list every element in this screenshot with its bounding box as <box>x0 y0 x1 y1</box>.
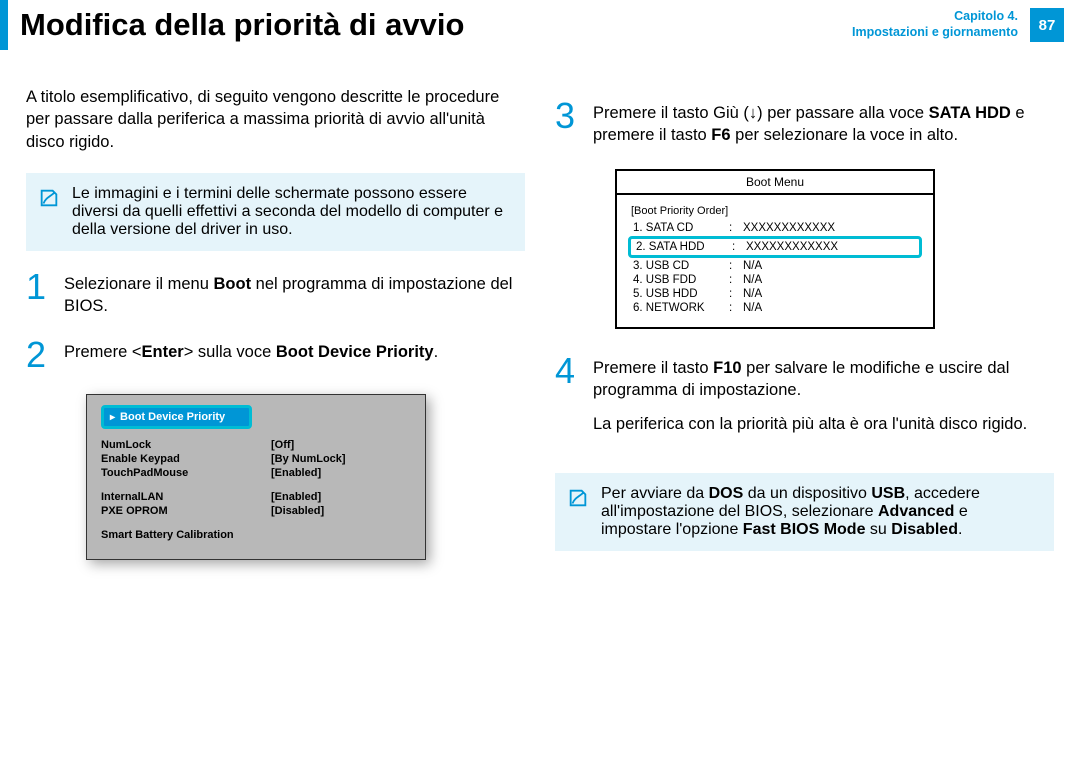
page-title: Modifica della priorità di avvio <box>8 0 852 50</box>
note-box-2: Per avviare da DOS da un dispositivo USB… <box>555 473 1054 551</box>
bios1-row: Smart Battery Calibration <box>101 529 411 541</box>
step-number-1: 1 <box>26 271 52 318</box>
step-2: 2 Premere <Enter> sulla voce Boot Device… <box>26 339 525 371</box>
note-text-1: Le immagini e i termini delle schermate … <box>72 185 503 238</box>
bios1-row: InternalLAN[Enabled] <box>101 491 411 503</box>
bios1-row: NumLock[Off] <box>101 439 411 451</box>
step-1: 1 Selezionare il menu Boot nel programma… <box>26 271 525 318</box>
note-box-1: Le immagini e i termini delle schermate … <box>26 173 525 251</box>
bios2-row: 5. USB HDD:N/A <box>631 287 919 301</box>
step-4-extra: La periferica con la priorità più alta è… <box>593 413 1054 435</box>
step-body-1: Selezionare il menu Boot nel programma d… <box>64 271 525 318</box>
step-3: 3 Premere il tasto Giù (↓) per passare a… <box>555 100 1054 147</box>
bios1-row: PXE OPROM[Disabled] <box>101 505 411 517</box>
header-accent-bar <box>0 0 8 50</box>
intro-paragraph: A titolo esemplificativo, di seguito ven… <box>26 86 525 153</box>
note-icon <box>567 487 589 509</box>
chapter-label: Capitolo 4. Impostazioni e giornamento <box>852 9 1018 40</box>
bios1-highlight: Boot Device Priority <box>101 405 252 429</box>
page-number-badge: 87 <box>1030 8 1064 42</box>
header-right: Capitolo 4. Impostazioni e giornamento 8… <box>852 0 1080 50</box>
bios-screenshot-1: Boot Device Priority NumLock[Off] Enable… <box>86 394 426 560</box>
note-text-2: Per avviare da DOS da un dispositivo USB… <box>601 485 980 538</box>
right-column: 3 Premere il tasto Giù (↓) per passare a… <box>555 86 1054 571</box>
step-body-2: Premere <Enter> sulla voce Boot Device P… <box>64 339 525 371</box>
step-number-3: 3 <box>555 100 581 147</box>
content-columns: A titolo esemplificativo, di seguito ven… <box>0 50 1080 571</box>
step-4: 4 Premere il tasto F10 per salvare le mo… <box>555 355 1054 452</box>
bios1-row: TouchPadMouse[Enabled] <box>101 467 411 479</box>
bios2-row: 4. USB FDD:N/A <box>631 273 919 287</box>
chapter-line2: Impostazioni e giornamento <box>852 25 1018 41</box>
step-body-3: Premere il tasto Giù (↓) per passare all… <box>593 100 1054 147</box>
page-header: Modifica della priorità di avvio Capitol… <box>0 0 1080 50</box>
step-number-4: 4 <box>555 355 581 452</box>
chapter-line1: Capitolo 4. <box>852 9 1018 25</box>
bios2-row: 6. NETWORK:N/A <box>631 301 919 315</box>
bios2-legend: [Boot Priority Order] <box>631 205 919 217</box>
bios2-row: 1. SATA CD:XXXXXXXXXXXX <box>631 221 919 235</box>
bios1-row: Enable Keypad[By NumLock] <box>101 453 411 465</box>
bios2-highlight-row: 2. SATA HDD:XXXXXXXXXXXX <box>628 236 922 258</box>
bios2-title: Boot Menu <box>617 171 933 195</box>
bios-screenshot-2: Boot Menu [Boot Priority Order] 1. SATA … <box>615 169 935 329</box>
left-column: A titolo esemplificativo, di seguito ven… <box>26 86 525 571</box>
bios2-row: 3. USB CD:N/A <box>631 259 919 273</box>
note-icon <box>38 187 60 209</box>
step-number-2: 2 <box>26 339 52 371</box>
step-body-4: Premere il tasto F10 per salvare le modi… <box>593 355 1054 452</box>
